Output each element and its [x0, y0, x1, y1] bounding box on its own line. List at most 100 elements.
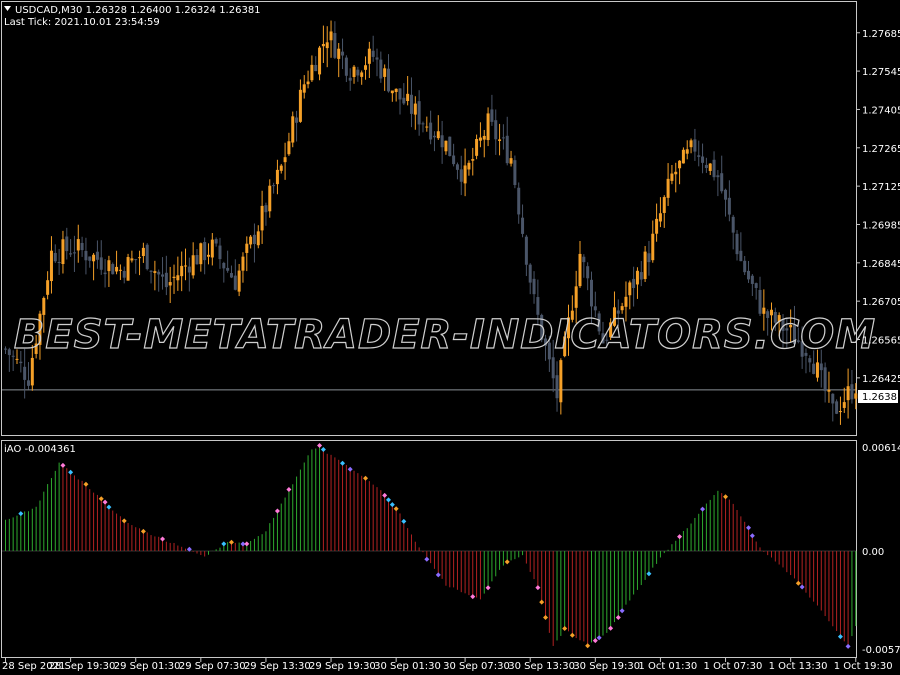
candle-body [432, 135, 436, 138]
mt4-chart-window[interactable]: USDCAD,M30 1.26328 1.26400 1.26324 1.263… [0, 0, 900, 675]
candle-body [226, 267, 230, 271]
candle-body [812, 363, 816, 374]
candle-body [191, 255, 195, 276]
candle-body [379, 59, 383, 79]
candle-body [287, 141, 291, 155]
candle-body [387, 68, 390, 92]
price-tick-label: 1.27685 [862, 29, 900, 40]
candle-body [80, 242, 84, 251]
candle-body [302, 84, 306, 93]
candle-body [126, 257, 130, 281]
candle-body [846, 386, 850, 401]
candle-body [134, 259, 138, 261]
price-panel-frame [1, 1, 857, 436]
price-tick-label: 1.27545 [862, 67, 900, 78]
candle-body [815, 362, 819, 378]
candle-body [49, 250, 53, 282]
candle-body [639, 272, 643, 280]
candle-body [655, 218, 659, 234]
candle-body [735, 233, 739, 255]
price-tick-label: 1.27265 [862, 144, 900, 155]
candle-body [471, 159, 475, 161]
candle-body [4, 348, 7, 350]
time-tick-label: 29 Sep 13:30 [244, 661, 311, 672]
candle-body [463, 165, 467, 184]
candle-body [486, 113, 490, 141]
candle-body [65, 236, 69, 252]
candle-body [88, 256, 92, 261]
candle-body [390, 90, 394, 94]
time-tick-label: 29 Sep 19:30 [309, 661, 376, 672]
candle-body [229, 273, 233, 278]
candle-body [118, 269, 122, 271]
candle-body [517, 187, 521, 215]
candle-body [398, 88, 402, 100]
candle-body [84, 250, 88, 261]
candle-body [111, 264, 115, 275]
candle-body [214, 239, 218, 244]
candle-body [808, 358, 812, 363]
candle-body [19, 361, 23, 364]
time-tick-label: 29 Sep 07:30 [179, 661, 246, 672]
candle-body [482, 135, 486, 140]
candle-body [716, 175, 720, 178]
candle-body [161, 274, 165, 277]
candle-body [551, 357, 555, 379]
candle-body [574, 286, 578, 308]
current-price-label: 1.26381 [862, 392, 900, 403]
candle-body [417, 101, 421, 125]
candle-body [130, 258, 134, 261]
candle-body [406, 93, 410, 101]
candle-body [107, 260, 111, 272]
candle-body [532, 278, 536, 295]
candle-body [436, 131, 440, 139]
candle-body [53, 252, 57, 262]
candle-body [364, 65, 368, 70]
time-tick-label: 28 Sep 19:30 [49, 661, 116, 672]
candle-body [314, 64, 318, 72]
candle-body [15, 358, 19, 360]
candle-body [739, 250, 743, 262]
candle-body [620, 306, 624, 311]
candle-body [509, 158, 513, 164]
candle-body [494, 120, 498, 140]
candle-body [356, 69, 360, 76]
candle-body [222, 262, 226, 269]
candle-body [279, 165, 283, 171]
candle-body [528, 264, 532, 283]
candle-body [341, 51, 345, 56]
candle-body [521, 217, 525, 234]
candle-body [195, 255, 199, 265]
candle-body [712, 159, 716, 178]
candle-body [352, 66, 356, 78]
candle-body [658, 213, 662, 222]
candle-body [168, 282, 172, 286]
time-tick-label: 1 Oct 07:30 [704, 661, 763, 672]
time-tick-label: 30 Sep 13:30 [508, 661, 575, 672]
candle-body [306, 81, 310, 85]
candle-body [501, 137, 505, 139]
candle-body [184, 265, 188, 267]
candle-body [383, 68, 387, 77]
indicator-axis: 0.006142 0.00 -0.005747 [862, 443, 900, 656]
time-tick-label: 1 Oct 19:30 [834, 661, 893, 672]
candle-body [701, 156, 705, 163]
candle-body [103, 272, 107, 275]
candle-body [348, 77, 352, 81]
candle-body [176, 275, 180, 281]
candle-body [76, 239, 80, 251]
candle-body [164, 272, 168, 288]
candle-body [291, 116, 295, 143]
indicator-tick-label: -0.005747 [862, 645, 900, 656]
last-tick-label: Last Tick: 2021.10.01 23:54:59 [4, 17, 160, 28]
candle-body [674, 171, 678, 175]
price-tick-label: 1.26705 [862, 297, 900, 308]
candle-body [758, 289, 762, 314]
time-tick-label: 30 Sep 19:30 [573, 661, 640, 672]
watermark-text: BEST-METATRADER-INDICATORS.COM [14, 312, 876, 358]
time-tick-label: 30 Sep 01:30 [374, 661, 441, 672]
candle-body [92, 254, 96, 262]
indicator-tick-label: 0.00 [862, 547, 884, 558]
price-tick-label: 1.27125 [862, 182, 900, 193]
candle-body [344, 57, 348, 76]
